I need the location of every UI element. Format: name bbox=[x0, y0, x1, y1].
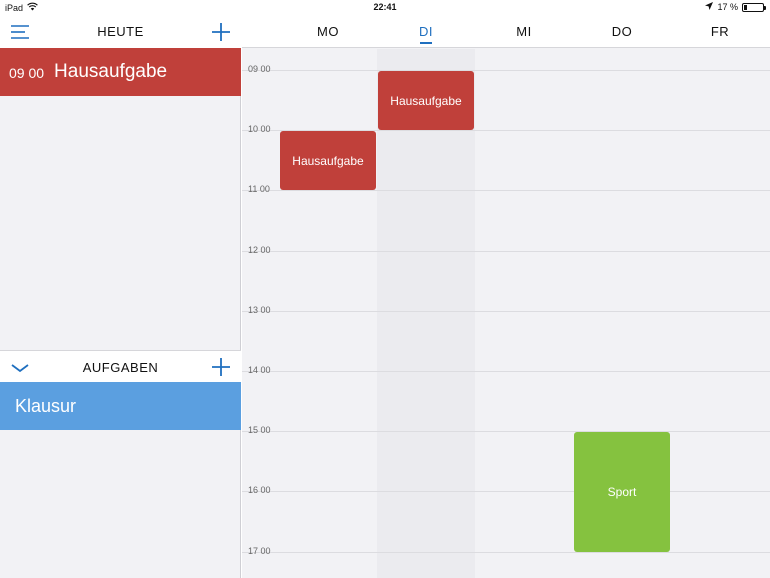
hour-label: 14 00 bbox=[248, 365, 271, 375]
today-title: HEUTE bbox=[97, 24, 144, 39]
hour-label: 10 00 bbox=[248, 124, 271, 135]
status-time: 22:41 bbox=[373, 2, 397, 12]
status-bar-right: 17 % bbox=[705, 2, 766, 12]
hour-label: 12 00 bbox=[248, 244, 271, 255]
hour-line bbox=[242, 310, 770, 312]
hour-line bbox=[242, 70, 770, 71]
hour-label: 17 00 bbox=[248, 545, 271, 556]
day-tab-mi[interactable]: MI bbox=[475, 24, 573, 39]
add-today-button[interactable] bbox=[209, 20, 233, 44]
calendar-event-label: Sport bbox=[607, 484, 637, 499]
hour-line bbox=[242, 491, 770, 493]
plus-icon bbox=[212, 23, 230, 41]
day-tab-do[interactable]: DO bbox=[573, 24, 671, 39]
plus-icon bbox=[212, 358, 230, 376]
calendar-day-header: MO DI MI DO FR bbox=[242, 15, 770, 48]
calendar-event[interactable]: Sport bbox=[574, 432, 670, 552]
hour-label: 15 00 bbox=[248, 425, 271, 436]
hour-line bbox=[242, 551, 770, 553]
battery-icon bbox=[742, 2, 766, 12]
week-calendar: 09 00 10 00 11 00 12 00 13 00 14 00 15 00 16 00… bbox=[242, 15, 770, 578]
hour-label: 09 00 bbox=[248, 64, 271, 74]
calendar-event[interactable]: Hausaufgabe bbox=[280, 131, 376, 191]
today-item[interactable]: 09 00 Hausaufgabe bbox=[0, 48, 241, 96]
hour-line bbox=[242, 250, 770, 252]
battery-percent: 17 % bbox=[717, 2, 738, 12]
hour-line bbox=[242, 371, 770, 372]
today-item-time: 09 00 bbox=[9, 65, 45, 81]
calendar-event-label: Hausaufgabe bbox=[390, 93, 462, 108]
calendar-event[interactable]: Hausaufgabe bbox=[378, 71, 474, 131]
battery-fill bbox=[744, 4, 748, 10]
today-header: HEUTE bbox=[0, 15, 241, 48]
calendar-event-label: Hausaufgabe bbox=[292, 153, 364, 168]
hour-label: 16 00 bbox=[248, 485, 271, 496]
hour-label: 13 00 bbox=[248, 304, 271, 315]
left-panel: HEUTE 09 00 Hausaufgabe AUFGABEN Klausur bbox=[0, 15, 241, 578]
today-item-label: Hausaufgabe bbox=[54, 61, 168, 82]
task-item-label: Klausur bbox=[15, 395, 77, 416]
status-bar: iPad 22:41 17 % bbox=[0, 0, 770, 15]
add-task-button[interactable] bbox=[209, 355, 233, 379]
day-tab-fr[interactable]: FR bbox=[671, 24, 769, 39]
hour-line bbox=[242, 190, 770, 192]
hour-label: 11 00 bbox=[248, 184, 270, 195]
hour-line bbox=[242, 431, 770, 433]
task-item[interactable]: Klausur bbox=[0, 382, 241, 430]
day-tab-di[interactable]: DI bbox=[377, 24, 475, 44]
location-arrow-icon bbox=[705, 2, 714, 12]
tasks-header: AUFGABEN bbox=[0, 350, 241, 382]
day-tab-mo[interactable]: MO bbox=[279, 24, 377, 39]
tasks-title: AUFGABEN bbox=[82, 360, 159, 375]
